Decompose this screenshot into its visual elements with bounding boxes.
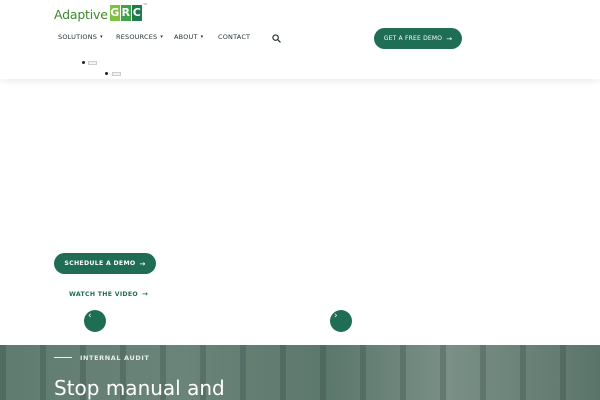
get-free-demo-button[interactable]: GET A FREE DEMO → <box>374 28 462 49</box>
nav-item-resources[interactable]: RESOURCES ▾ <box>116 33 163 41</box>
kicker-divider <box>54 357 72 358</box>
chevron-down-icon: ▾ <box>160 34 164 40</box>
empty-link-box[interactable] <box>88 61 97 65</box>
chevron-left-icon: ‹ <box>88 311 92 321</box>
get-free-demo-label: GET A FREE DEMO <box>383 35 443 42</box>
logo-letter-r: R <box>120 5 131 21</box>
logo-trademark: ™ <box>142 3 148 9</box>
nav-item-solutions[interactable]: SOLUTIONS ▾ <box>58 33 103 41</box>
list-bullet <box>82 61 85 64</box>
slider-prev-button[interactable]: ‹ <box>84 310 106 332</box>
logo-word: Adaptive <box>54 7 108 22</box>
arrow-right-icon: → <box>446 34 453 43</box>
nav-item-label: SOLUTIONS <box>58 33 98 41</box>
slider-next-button[interactable]: › <box>330 310 352 332</box>
nav-item-about[interactable]: ABOUT ▾ <box>174 33 203 41</box>
schedule-demo-button[interactable]: SCHEDULE A DEMO → <box>54 253 156 274</box>
hero-banner: INTERNAL AUDIT Stop manual and <box>0 345 600 400</box>
hero-title: Stop manual and <box>54 376 225 400</box>
search-icon[interactable] <box>272 34 281 43</box>
logo-letter-c: C <box>131 5 142 21</box>
nav-item-contact[interactable]: CONTACT <box>218 33 250 41</box>
nav-item-label: RESOURCES <box>116 33 158 41</box>
schedule-demo-label: SCHEDULE A DEMO <box>64 260 136 267</box>
site-header: Adaptive G R C ™ SOLUTIONS ▾ RESOURCES ▾ A… <box>0 0 600 79</box>
nav-item-label: ABOUT <box>174 33 198 41</box>
hero-kicker: INTERNAL AUDIT <box>80 354 150 362</box>
nav-item-label: CONTACT <box>218 33 251 41</box>
watch-video-link[interactable]: WATCH THE VIDEO → <box>69 290 148 298</box>
adaptive-grc-logo[interactable]: Adaptive G R C ™ <box>54 3 148 21</box>
chevron-right-icon: › <box>334 311 338 321</box>
chevron-down-icon: ▾ <box>200 34 204 40</box>
logo-grc-blocks: G R C <box>109 5 142 21</box>
chevron-down-icon: ▾ <box>100 34 103 40</box>
arrow-right-icon: → <box>139 259 146 268</box>
list-bullet <box>105 72 108 75</box>
arrow-right-icon: → <box>141 290 149 298</box>
watch-video-label: WATCH THE VIDEO <box>69 291 138 298</box>
empty-link-box[interactable] <box>112 72 121 76</box>
logo-letter-g: G <box>109 5 120 21</box>
